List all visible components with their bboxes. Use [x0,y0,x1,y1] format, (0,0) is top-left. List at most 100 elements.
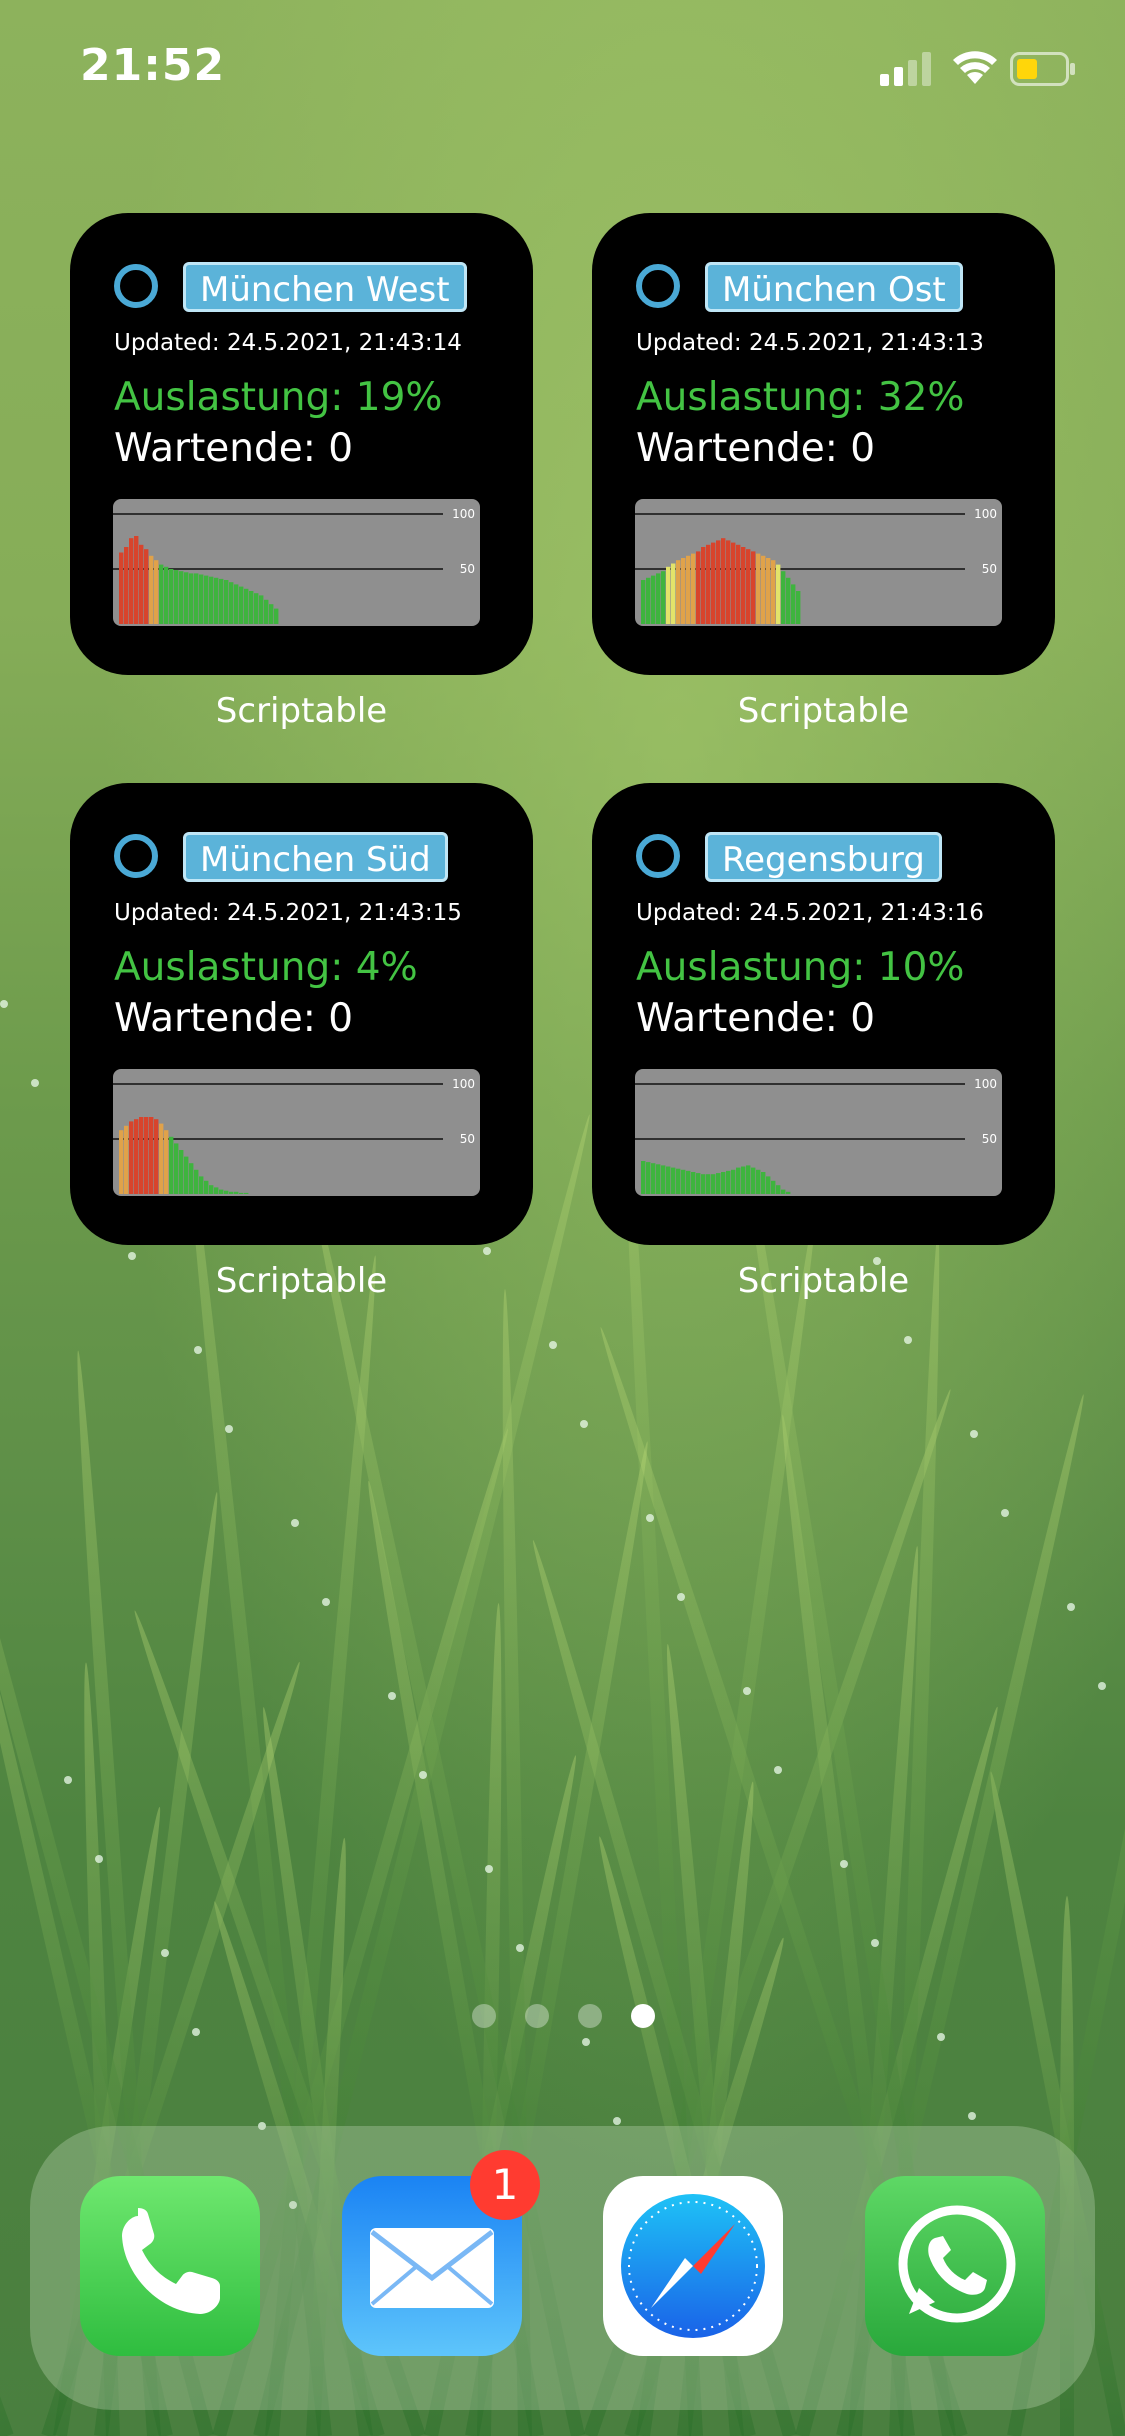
dew-drop [646,1514,654,1522]
scriptable-widget[interactable]: Regensburg Updated: 24.5.2021, 21:43:16 … [592,783,1055,1245]
chart-bar [119,552,124,624]
status-ring-icon [114,834,158,878]
status-ring-icon [636,264,680,308]
dew-drop [549,1341,557,1349]
chart-bar [751,551,756,624]
dew-drop [970,1430,978,1438]
dew-drop [937,2033,945,2041]
chart-bar [139,1117,144,1194]
chart-bar [189,1163,194,1194]
chart-bar [771,1180,776,1194]
chart-bar [676,1168,681,1194]
widget-app-label: Scriptable [215,691,388,731]
chart-bar [726,1170,731,1194]
mail-app[interactable]: 1 [342,2150,540,2356]
dew-drop [388,1692,396,1700]
y-tick-label: 50 [982,562,997,576]
dew-drop [677,1593,685,1601]
chart-bar [164,566,169,624]
chart-bar [721,538,726,624]
chart-bar [199,1176,204,1194]
chart-bar [651,1163,656,1194]
chart-bar [746,549,751,624]
utilization-chart: 100 50 [113,1069,480,1196]
dew-drop [613,2117,621,2125]
chart-bar [134,536,139,624]
chart-bar [209,576,214,624]
chart-bar [134,1119,139,1194]
scriptable-widget[interactable]: München Süd Updated: 24.5.2021, 21:43:15… [70,783,533,1245]
whatsapp-app[interactable] [865,2176,1045,2356]
chart-bar [701,547,706,624]
grass-blade [0,1963,14,2436]
chart-bar [184,572,189,624]
phone-app[interactable] [80,2176,260,2356]
chart-bar [776,1185,781,1194]
chart-bar [666,566,671,624]
battery-icon [1010,52,1075,86]
chart-bar [766,1176,771,1194]
page-dot[interactable] [472,2004,496,2028]
scriptable-widget[interactable]: München West Updated: 24.5.2021, 21:43:1… [70,213,533,675]
chart-bar [786,577,791,624]
chart-bar [189,573,194,624]
chart-bar [224,1190,229,1194]
chart-bar [681,1169,686,1194]
widget-location-title: München Süd [183,832,448,882]
chart-bar [159,1123,164,1194]
dew-drop [64,1776,72,1784]
dew-drop [225,1425,233,1433]
page-dot-active[interactable] [631,2004,655,2028]
dew-drop [968,2112,976,2120]
y-tick-label: 100 [452,1077,475,1091]
chart-bar [696,551,701,624]
notification-badge: 1 [470,2150,540,2220]
page-dot[interactable] [578,2004,602,2028]
chart-bar [726,540,731,624]
chart-bar [781,1189,786,1194]
chart-bar [661,1165,666,1194]
chart-bar [259,595,264,624]
widget-utilization: Auslastung: 19% [114,375,443,420]
chart-bar [641,1161,646,1194]
chart-bar [656,573,661,624]
chart-bar [204,575,209,624]
phone-icon [122,2208,220,2314]
safari-app[interactable] [603,2176,783,2356]
chart-bar [656,1164,661,1194]
widget-updated-time: Updated: 24.5.2021, 21:43:15 [114,900,462,926]
dew-drop [1001,1509,1009,1517]
cellular-signal-icon [880,52,931,86]
chart-bar [781,571,786,624]
chart-bar [179,571,184,624]
chart-bar [244,588,249,624]
chart-bar [691,553,696,624]
chart-bar [124,547,129,624]
dew-drop [0,1000,8,1008]
widget-app-label: Scriptable [737,691,910,731]
chart-bar [224,580,229,624]
chart-bar [119,1130,124,1194]
wifi-icon [953,51,997,84]
chart-bar [706,544,711,624]
scriptable-widget[interactable]: München Ost Updated: 24.5.2021, 21:43:13… [592,213,1055,675]
chart-bar [214,1187,219,1194]
chart-bar [721,1172,726,1194]
utilization-chart: 100 50 [635,499,1002,626]
dew-drop [161,1949,169,1957]
chart-bar [179,1150,184,1194]
page-indicator[interactable] [0,2004,1125,2034]
chart-bar [791,584,796,624]
chart-bar [751,1167,756,1194]
chart-bar [129,538,134,624]
chart-bar [174,570,179,624]
chart-bar [771,560,776,624]
widget-updated-time: Updated: 24.5.2021, 21:43:13 [636,330,984,356]
chart-bar [651,575,656,624]
page-dot[interactable] [525,2004,549,2028]
status-time: 21:52 [80,40,226,91]
dew-drop [485,1865,493,1873]
chart-bar [154,560,159,624]
utilization-chart: 100 50 [635,1069,1002,1196]
chart-bar [646,577,651,624]
